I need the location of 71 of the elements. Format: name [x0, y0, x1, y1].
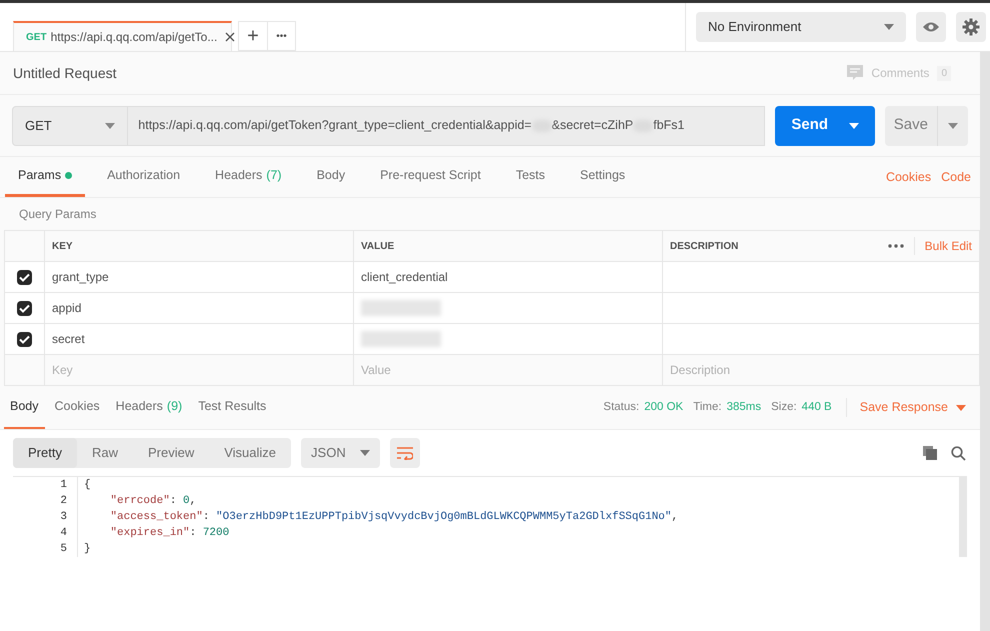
request-tab[interactable]: Params [5, 157, 86, 197]
checkbox[interactable] [17, 300, 32, 316]
line-number: 4 [59, 526, 67, 541]
request-tab[interactable]: Body [304, 157, 358, 197]
tab-menu-button[interactable]: ••• [268, 21, 296, 51]
request-tab[interactable]: Authorization [94, 157, 194, 197]
comment-icon [847, 65, 864, 81]
request-tab[interactable]: Headers (7) [202, 157, 295, 197]
line-number: 1 [59, 478, 67, 493]
view-mode-tab[interactable]: Pretty [13, 438, 77, 468]
code-line: { [84, 478, 92, 493]
save-response-button[interactable]: Save Response [846, 398, 966, 417]
response-tab[interactable]: Headers (9) [110, 386, 188, 429]
request-tab[interactable]: Pre-request Script [367, 157, 494, 197]
response-tab[interactable]: Cookies [48, 386, 106, 429]
caret-icon [105, 122, 116, 128]
request-tab[interactable]: GET https://api.q.qq.com/api/getTo... [13, 21, 232, 51]
meta-label: Status: [603, 400, 640, 415]
tab-title: https://api.q.qq.com/api/getTo... [50, 29, 218, 46]
caret-icon [360, 450, 370, 456]
checkbox[interactable] [17, 270, 32, 284]
table-cell-text: appid [52, 300, 82, 317]
request-name: Untitled Request [13, 64, 117, 83]
meta-label: Size: [771, 400, 797, 415]
url-field[interactable]: https://api.q.qq.com/api/getToken?grant_type=client_credential&appid= &secret=cZihP fbFs1 [128, 106, 766, 146]
checkbox[interactable] [17, 332, 32, 346]
method-label: GET [26, 30, 47, 44]
meta-value: 440 B [802, 400, 832, 415]
view-mode-tab[interactable]: Preview [132, 438, 210, 468]
code-line: "expires_in": 7200 [109, 526, 230, 541]
new-tab-button[interactable]: + [238, 21, 268, 51]
code-line: } [84, 542, 92, 557]
format-dropdown[interactable]: JSON [301, 438, 380, 468]
bulk-edit-link[interactable]: Bulk Edit [914, 237, 972, 255]
request-tab[interactable]: Settings [567, 157, 638, 197]
column-header: DESCRIPTION [670, 240, 738, 254]
caret-icon [956, 404, 966, 410]
search-icon[interactable] [951, 446, 966, 460]
view-mode-tab[interactable]: Visualize [209, 438, 292, 468]
more-icon[interactable] [888, 244, 904, 248]
caret-icon [948, 122, 958, 128]
environment-dropdown[interactable]: No Environment [696, 12, 906, 42]
table-cell-text: secret [52, 331, 85, 348]
table-cell-text: grant_type [52, 269, 109, 286]
response-tab[interactable]: Test Results [192, 386, 272, 429]
wrap-lines-icon[interactable] [396, 446, 413, 460]
link[interactable]: Code [941, 168, 971, 186]
line-number: 5 [59, 542, 67, 557]
view-mode-tab[interactable]: Raw [76, 438, 133, 468]
send-button[interactable]: Send [775, 106, 875, 146]
code-line: "errcode": 0, [109, 494, 198, 509]
table-cell-text: client_credential [361, 269, 448, 286]
column-header: KEY [52, 240, 73, 254]
close-icon[interactable] [225, 32, 236, 42]
request-tab[interactable]: Tests [502, 157, 558, 197]
eye-icon[interactable] [923, 22, 939, 32]
link[interactable]: Cookies [886, 168, 932, 186]
line-number: 3 [59, 510, 67, 525]
line-number: 2 [59, 494, 67, 509]
section-title: Query Params [18, 206, 98, 223]
meta-label: Time: [693, 400, 722, 415]
copy-icon[interactable] [923, 446, 937, 460]
caret-icon [848, 122, 859, 128]
meta-value: 200 OK [644, 400, 684, 415]
method-dropdown[interactable]: GET [12, 106, 128, 146]
meta-value: 385ms [726, 400, 762, 415]
caret-icon [884, 24, 894, 30]
settings-icon[interactable] [962, 18, 980, 36]
save-button[interactable]: Save [884, 106, 968, 146]
code-line: "access_token": "O3erzHbD9Pt1EzUPPTpibVjsqVvydcBvjOg0mBLdGLWKCQPWMM5yTa2GDlxfSSqG1No", [109, 510, 680, 525]
column-header: VALUE [361, 240, 394, 254]
